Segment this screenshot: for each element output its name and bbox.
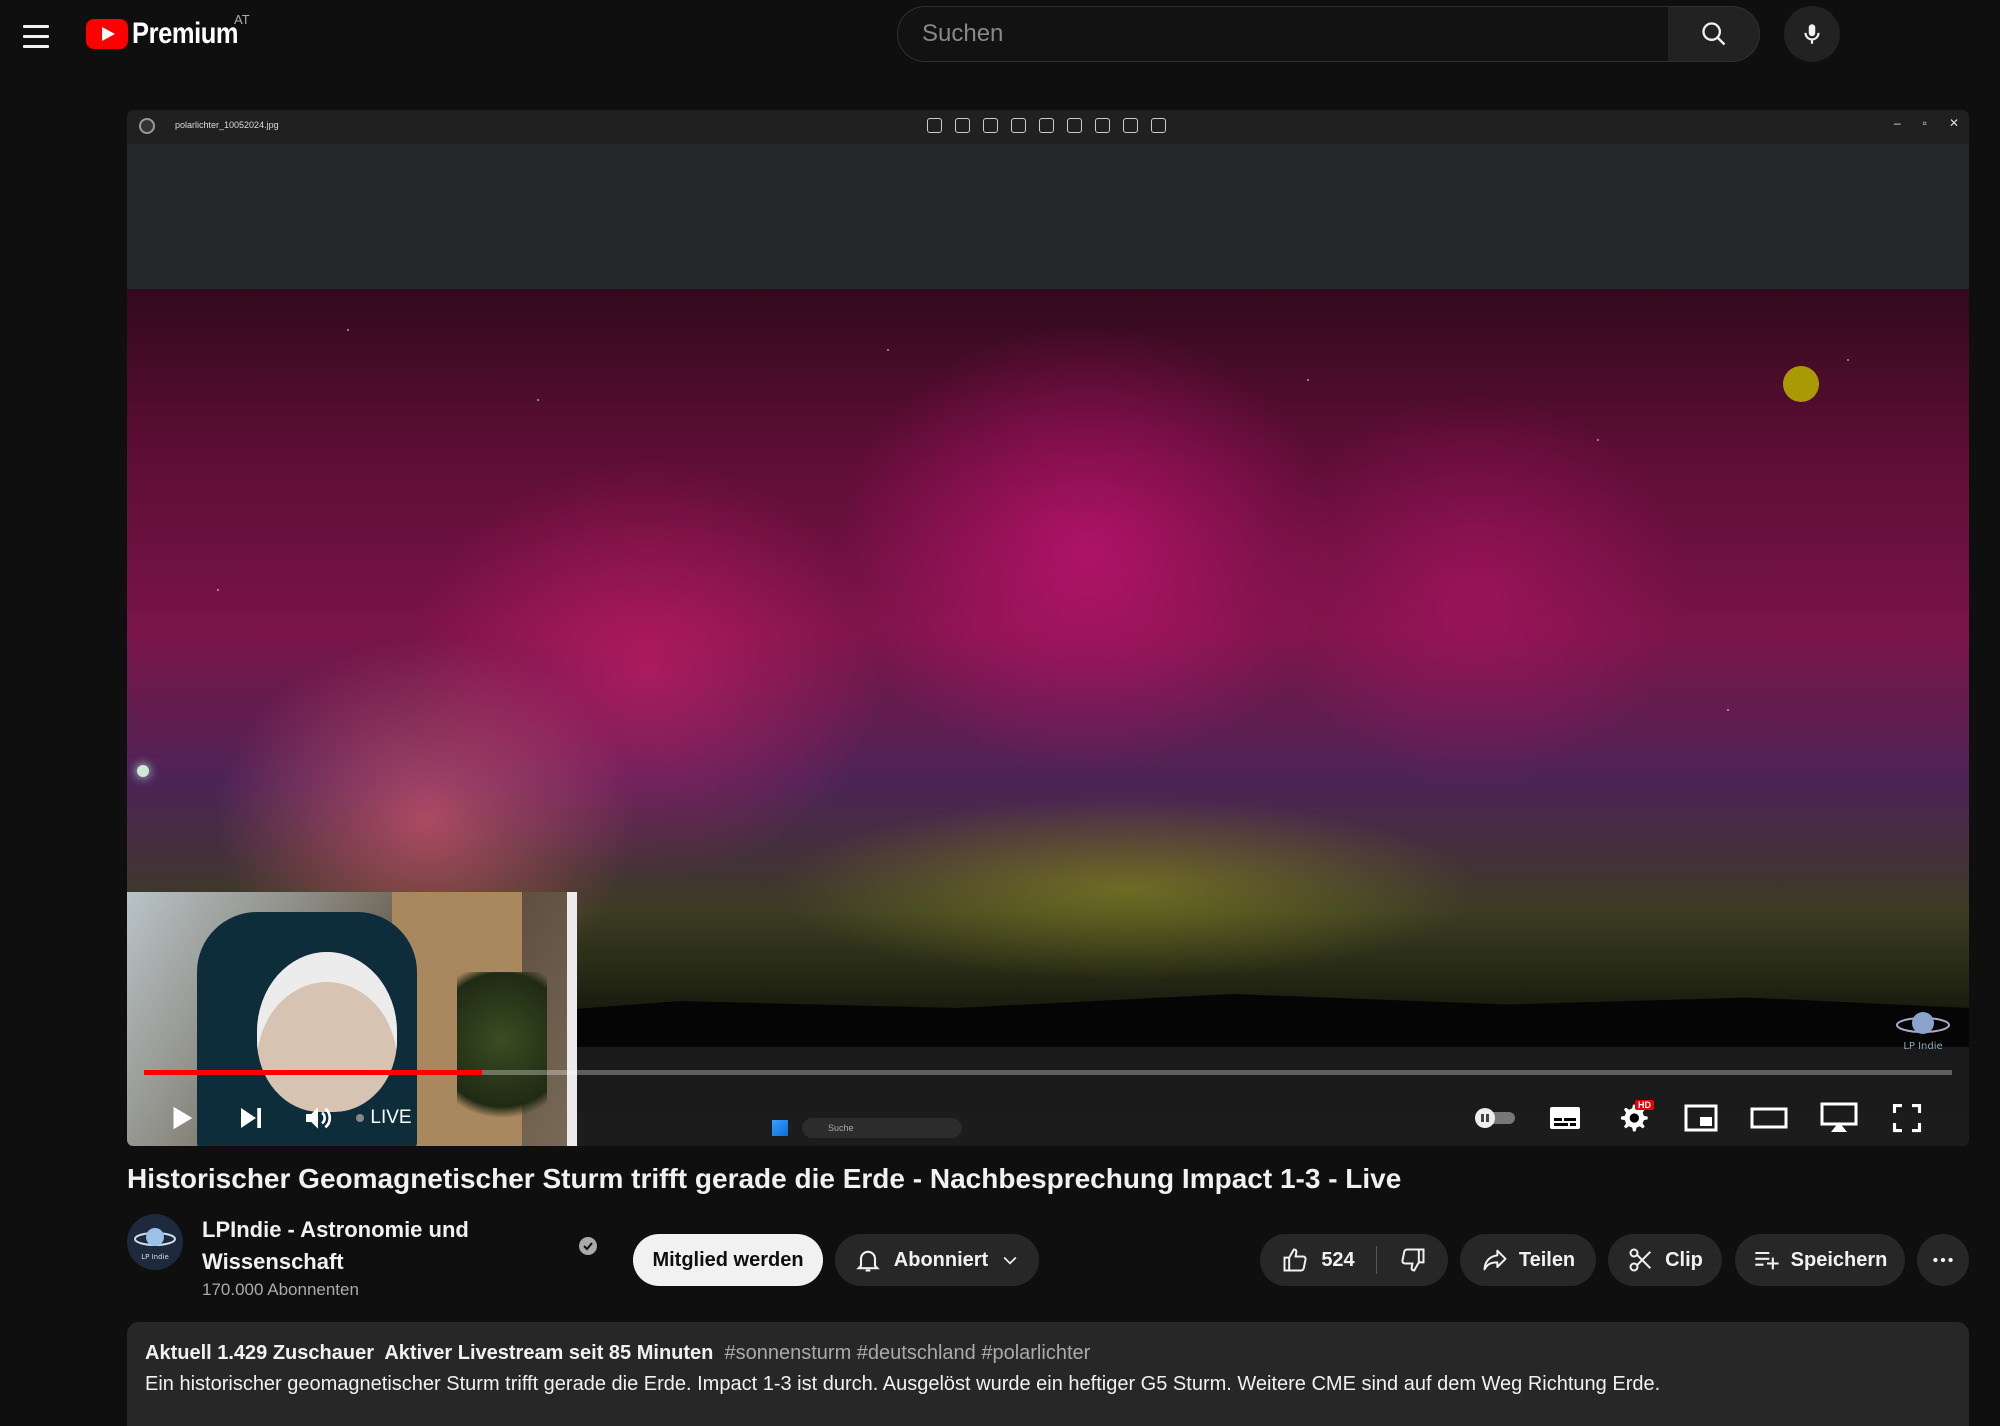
fullscreen-icon — [1892, 1103, 1922, 1133]
heart-icon — [1011, 118, 1026, 133]
next-button[interactable] — [227, 1090, 275, 1146]
mute-button[interactable] — [292, 1090, 344, 1146]
search-button[interactable] — [1668, 6, 1760, 62]
window-file-name: polarlichter_10052024.jpg — [175, 120, 279, 130]
masthead: Premium AT — [0, 0, 2000, 72]
subscriber-count: 170.000 Abonnenten — [202, 1280, 359, 1299]
live-dot — [356, 1114, 365, 1122]
save-label: Speichern — [1790, 1248, 1888, 1271]
player-controls: LIVE HD — [127, 1090, 1969, 1146]
clip-label: Clip — [1665, 1248, 1703, 1271]
autoplay-toggle[interactable] — [1467, 1090, 1523, 1146]
video-title: Historischer Geomagnetischer Sturm triff… — [127, 1163, 1402, 1194]
saturn-logo-icon: LP Indie — [1896, 1012, 1950, 1052]
restore-icon: ▫ — [1922, 116, 1927, 130]
clip-button[interactable]: Clip — [1608, 1234, 1722, 1286]
search-box — [897, 6, 1669, 62]
share-label: Teilen — [1518, 1248, 1576, 1271]
theater-mode-icon — [1750, 1107, 1788, 1129]
voice-search-button[interactable] — [1784, 6, 1840, 62]
more-icon — [1151, 118, 1166, 133]
miniplayer-icon — [1684, 1104, 1718, 1132]
description-meta: Aktuell 1.429 Zuschauer Aktiver Livestre… — [145, 1342, 1951, 1365]
chevron-down-icon — [1003, 1256, 1017, 1265]
photo-viewer-band — [127, 144, 1969, 289]
progress-bar[interactable] — [144, 1070, 1952, 1075]
watermark-text: LP Indie — [1903, 1041, 1942, 1052]
photo-toolbar — [927, 118, 1166, 133]
settings-button[interactable]: HD — [1605, 1090, 1661, 1146]
hd-badge: HD — [1635, 1100, 1654, 1110]
photos-app-icon — [139, 118, 155, 134]
channel-avatar[interactable]: LP Indie — [127, 1214, 183, 1270]
scissors-icon — [1629, 1248, 1652, 1272]
search-input[interactable] — [922, 7, 1622, 61]
channel-logo-icon: LP Indie — [134, 1228, 176, 1261]
planet-light — [137, 765, 149, 777]
dislike-button[interactable] — [1378, 1234, 1448, 1286]
video-player[interactable]: polarlichter_10052024.jpg – ▫ ✕ LP Indie… — [127, 110, 1969, 1146]
share-button[interactable]: Teilen — [1460, 1234, 1596, 1286]
window-controls: – ▫ ✕ — [1894, 116, 1959, 130]
airplay-icon — [1820, 1102, 1858, 1132]
viewer-count: Aktuell 1.429 Zuschauer — [145, 1342, 374, 1364]
search-icon — [1701, 22, 1725, 46]
progress-played — [144, 1070, 483, 1075]
airplay-button[interactable] — [1811, 1090, 1867, 1146]
rotate-icon — [955, 118, 970, 133]
stream-status: Aktiver Livestream seit 85 Minuten — [384, 1342, 714, 1364]
miniplayer-button[interactable] — [1673, 1090, 1729, 1146]
clipchamp-icon — [1123, 118, 1138, 133]
volume-icon — [306, 1107, 332, 1129]
live-label: LIVE — [370, 1107, 412, 1128]
screen-share-window-titlebar: polarlichter_10052024.jpg – ▫ ✕ — [127, 110, 1969, 144]
print-icon — [1067, 118, 1082, 133]
mouse-cursor-highlight — [1783, 366, 1819, 402]
avatar-text: LP Indie — [141, 1253, 169, 1261]
description-text: Ein historischer geomagnetischer Sturm t… — [145, 1373, 1661, 1395]
close-icon: ✕ — [1948, 116, 1959, 130]
autoplay-toggle-icon — [1475, 1108, 1515, 1128]
playlist-add-icon — [1754, 1251, 1779, 1270]
logo-text: Premium — [132, 17, 239, 50]
description-box[interactable]: Aktuell 1.429 Zuschauer Aktiver Livestre… — [127, 1322, 1969, 1426]
youtube-premium-logo[interactable]: Premium — [86, 16, 257, 52]
live-indicator[interactable]: LIVE — [349, 1090, 419, 1146]
microphone-icon — [1804, 24, 1820, 44]
minimize-icon: – — [1893, 116, 1901, 130]
bell-icon — [855, 1250, 880, 1272]
theater-mode-button[interactable] — [1741, 1090, 1797, 1146]
skip-next-icon — [241, 1108, 261, 1128]
subscribed-button[interactable]: Abonniert — [835, 1234, 1039, 1286]
info-icon — [1039, 118, 1054, 133]
like-count: 524 — [1321, 1248, 1355, 1271]
edit-icon — [927, 118, 942, 133]
presenter — [257, 952, 397, 1112]
channel-name[interactable]: LPIndie - Astronomie und Wissenschaft — [202, 1214, 572, 1278]
youtube-play-icon — [86, 19, 128, 49]
more-horizontal-icon — [1933, 1257, 1953, 1263]
fullscreen-button[interactable] — [1879, 1090, 1935, 1146]
like-button[interactable]: 524 — [1260, 1234, 1376, 1286]
join-button[interactable]: Mitglied werden — [633, 1234, 823, 1286]
thumbs-up-icon — [1283, 1248, 1307, 1272]
like-dislike-group: 524 — [1260, 1234, 1448, 1286]
country-code: AT — [234, 12, 250, 27]
menu-icon[interactable] — [16, 16, 56, 56]
subtitles-button[interactable] — [1537, 1090, 1593, 1146]
captions-icon — [1550, 1107, 1580, 1129]
verified-badge-icon — [579, 1237, 597, 1255]
play-icon — [173, 1106, 193, 1130]
cloud-icon — [1095, 118, 1110, 133]
share-icon — [1483, 1249, 1507, 1271]
play-button[interactable] — [157, 1090, 205, 1146]
delete-icon — [983, 118, 998, 133]
like-divider — [1376, 1246, 1377, 1274]
subscribed-label: Abonniert — [893, 1248, 989, 1271]
channel-watermark[interactable]: LP Indie — [1895, 1005, 1951, 1053]
thumbs-down-icon — [1401, 1248, 1425, 1272]
hashtags[interactable]: #sonnensturm #deutschland #polarlichter — [725, 1342, 1091, 1364]
more-actions-button[interactable] — [1917, 1234, 1969, 1286]
save-button[interactable]: Speichern — [1735, 1234, 1905, 1286]
